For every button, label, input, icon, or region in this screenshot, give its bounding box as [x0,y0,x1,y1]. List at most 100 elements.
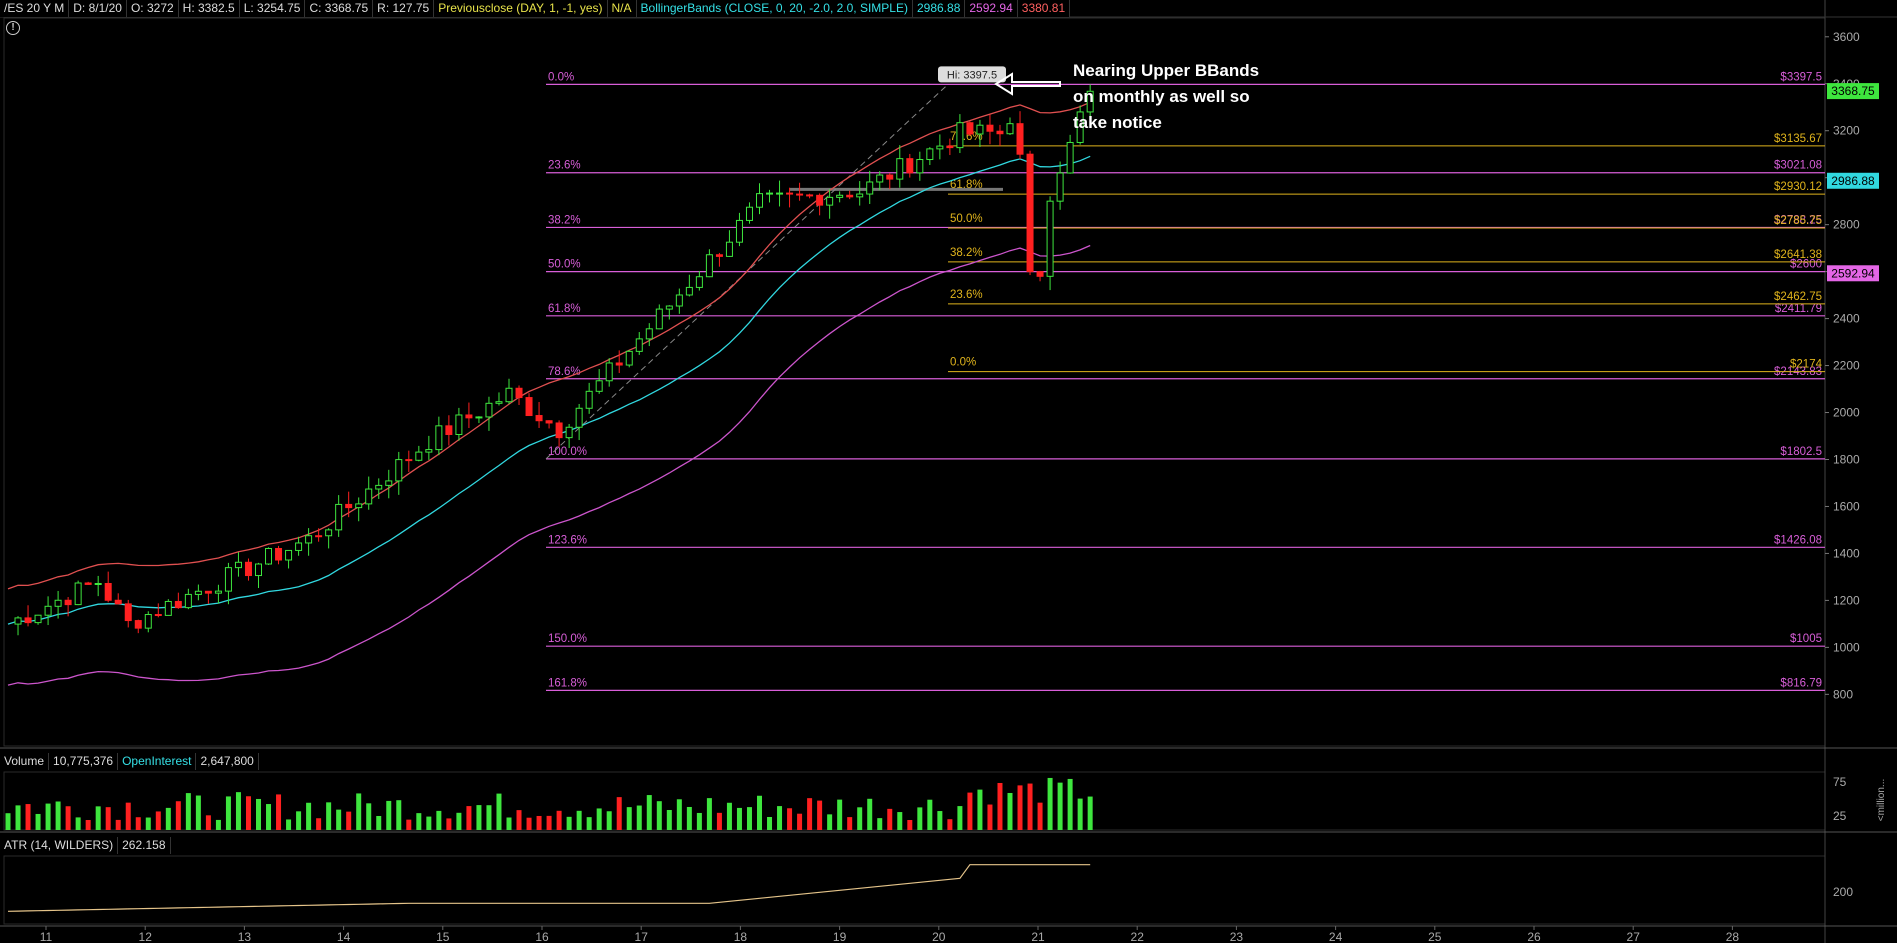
volume-bar [5,813,11,830]
candle-body [1046,200,1054,277]
candle-body [1036,271,1044,277]
y-tick-label: 1600 [1833,499,1860,513]
candle-body [405,459,413,462]
chart-canvas[interactable]: 8001000120014001600180020002200240026002… [0,0,1897,943]
candle-body [685,286,693,296]
candle-body [545,420,553,424]
candle-body [886,174,894,180]
candle-body [615,362,623,366]
candle-body [936,145,944,150]
volume-bar [907,819,913,830]
prevclose-value: N/A [608,0,637,17]
volume-bar [366,803,372,830]
volume-bar [25,804,31,830]
volume-bar [676,799,682,830]
price-tag-label: 3368.75 [1831,84,1875,98]
volume-bar [716,812,722,830]
candle-body [445,425,453,435]
volume-bar [646,795,652,830]
volume-bar [606,811,612,830]
bb-study[interactable]: BollingerBands (CLOSE, 0, 20, -2.0, 2.0,… [637,0,913,17]
bb-mid-band [7,155,1091,625]
fib-pct-label: 23.6% [548,160,581,172]
candle-body [244,561,252,577]
candle-body [24,617,32,624]
volume-bar [1017,785,1023,830]
candle-body [214,590,222,594]
candle-body [766,192,774,195]
candle-body [54,599,62,607]
volume-bar [266,804,272,830]
volume-bar [787,808,793,830]
prevclose-study[interactable]: Previousclose (DAY, 1, -1, yes) [434,0,608,17]
candle-body [315,535,323,538]
volume-bar [1047,777,1053,830]
volume-value: 10,775,376 [49,753,119,770]
candle-body [164,600,172,616]
candle-body [866,181,874,195]
volume-bar [346,811,352,830]
atr-label[interactable]: ATR (14, WILDERS) [0,837,119,854]
volume-bar [556,810,562,830]
y-tick-label: 2200 [1833,359,1860,373]
candle-body [174,600,182,609]
volume-bar [977,789,983,830]
x-tick-label: 28 [1726,930,1740,943]
volume-bar [336,809,342,830]
y-tick-label: 3600 [1833,30,1860,44]
volume-bar [817,800,823,830]
candle-body [986,124,994,132]
symbol-label[interactable]: /ES 20 Y M [0,0,70,17]
volume-bar [165,807,171,830]
volume-bar [406,819,412,830]
candle-body [585,390,593,409]
candle-body [776,192,784,195]
fib-pct-label: 50.0% [548,259,581,271]
volume-bar [947,819,953,830]
fib2-price-label: $2462.75 [1774,291,1822,303]
volume-bar [726,802,732,830]
volume-bar [45,803,51,830]
oi-label[interactable]: OpenInterest [118,753,197,770]
bb-mid-value: 2986.88 [913,0,966,17]
volume-bar [215,819,221,830]
candle-body [395,459,403,482]
volume-bar [616,797,622,830]
volume-label[interactable]: Volume [0,753,50,770]
volume-bar [927,799,933,830]
volume-bar [867,798,873,830]
volume-bar [987,804,993,830]
volume-bar [416,813,422,830]
high-label: Hi: 3397.5 [947,69,997,81]
candle-body [645,328,653,340]
volume-bar [326,802,332,830]
volume-bar [426,816,432,830]
candle-body [255,563,262,577]
candle-body [806,194,814,197]
volume-bar [736,807,742,830]
fib-pct-label: 150.0% [548,633,587,645]
candle-body [265,547,273,565]
candle-body [1056,172,1064,202]
candle-body [1026,153,1034,273]
candle-body [14,617,22,625]
volume-bar [506,817,512,830]
x-tick-label: 13 [238,930,252,943]
candle-body [756,193,763,208]
open-label: O: 3272 [127,0,179,17]
volume-bar [256,798,261,830]
info-icon[interactable]: ! [6,21,20,35]
volume-bar [706,798,712,830]
candle-body [194,590,202,595]
volume-bar [897,812,903,830]
candle-body [876,174,884,183]
fib-pct-label: 123.6% [548,534,587,546]
candle-body [926,148,934,161]
candle-body [796,193,804,196]
x-tick-label: 23 [1230,930,1244,943]
candle-body [956,122,964,149]
low-label: L: 3254.75 [240,0,306,17]
volume-bar [195,795,201,830]
volume-bar [296,811,302,830]
candle-body [345,503,353,509]
